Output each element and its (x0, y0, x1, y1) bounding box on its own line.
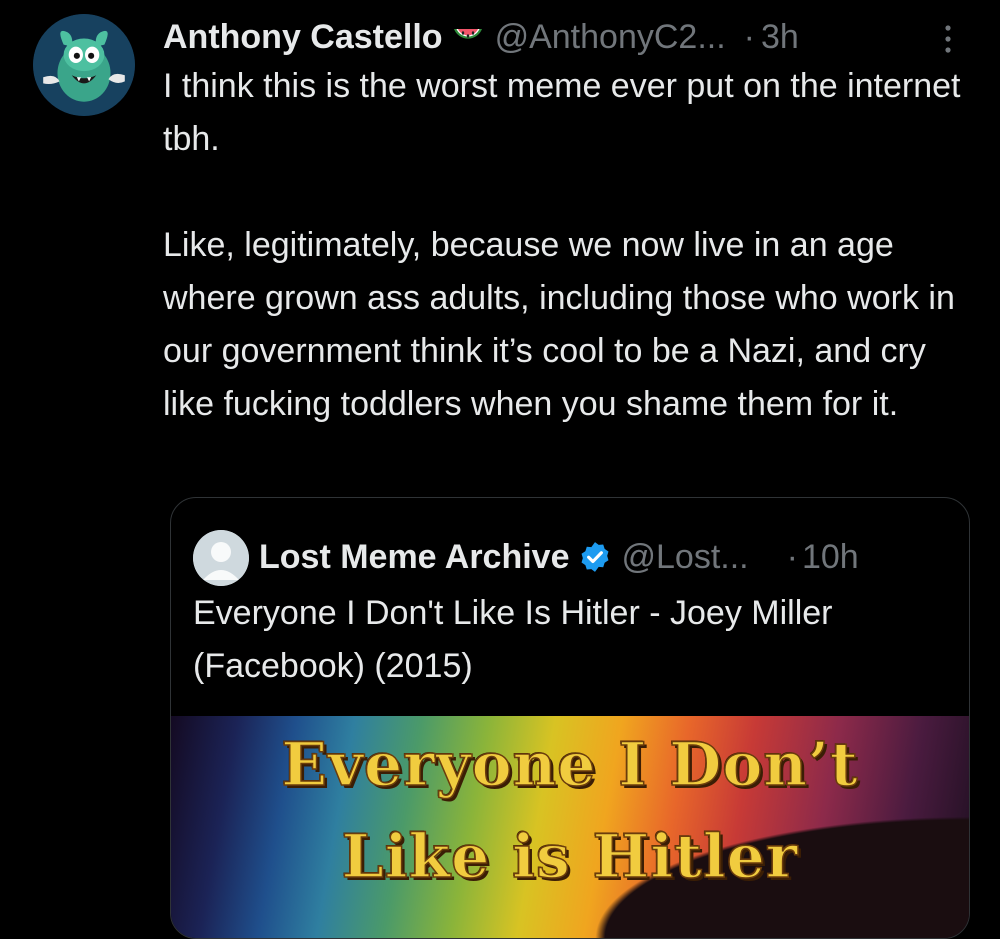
handle[interactable]: @AnthonyC2... (495, 18, 726, 57)
display-name[interactable]: Anthony Castello (163, 18, 443, 57)
quoted-timestamp[interactable]: 10h (802, 538, 859, 577)
tweet-text: I think this is the worst meme ever put … (163, 67, 961, 423)
quoted-avatar[interactable] (193, 530, 249, 586)
verified-badge-icon (578, 540, 612, 574)
default-avatar-icon (193, 530, 249, 586)
timestamp[interactable]: 3h (761, 18, 799, 57)
quoted-handle[interactable]: @Lost... (622, 538, 749, 577)
meme-caption-line-1: Everyone I Don’t (281, 729, 859, 801)
tweet-header: Anthony Castello @AnthonyC2... · 3h (163, 12, 963, 62)
tweet[interactable]: Anthony Castello @AnthonyC2... · 3h I th… (0, 0, 1000, 939)
separator-dot: · (743, 17, 755, 56)
quoted-media-image[interactable]: Everyone I Don’t Like is Hitler (171, 716, 969, 938)
quoted-header: Lost Meme Archive @Lost... · 10h (259, 532, 859, 582)
avatar[interactable] (33, 14, 135, 116)
quoted-separator-dot: · (786, 537, 798, 576)
quoted-display-name[interactable]: Lost Meme Archive (259, 538, 570, 577)
avatar-image (33, 14, 135, 116)
meme-caption-line-2: Like is Hitler (341, 821, 799, 893)
quoted-tweet[interactable]: Lost Meme Archive @Lost... · 10h Everyon… (170, 497, 970, 939)
more-vertical-icon[interactable] (938, 22, 958, 56)
quoted-tweet-text: Everyone I Don't Like Is Hitler - Joey M… (193, 594, 842, 685)
watermelon-icon (451, 20, 485, 54)
